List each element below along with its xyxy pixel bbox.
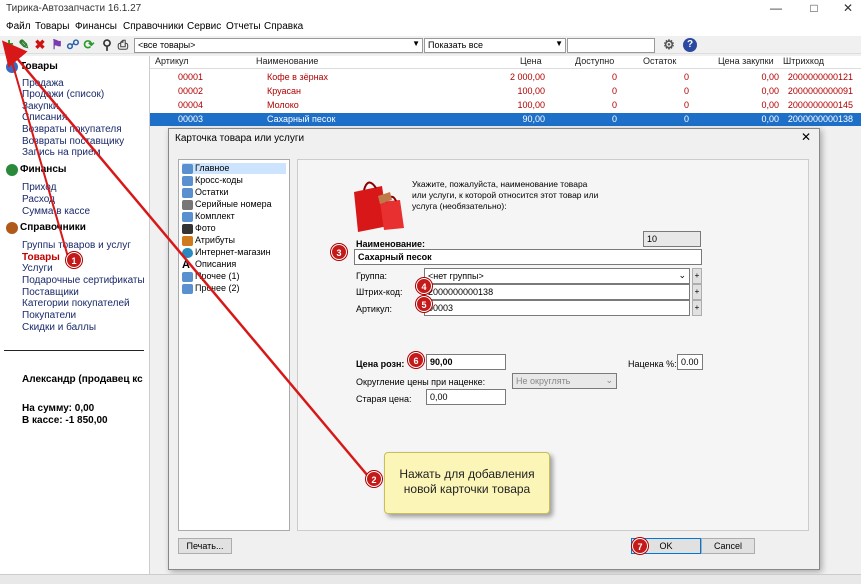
callout-line-1: Нажать для добавления [399,467,535,481]
step-badge: 6 [408,352,424,368]
step-badge: 2 [366,471,382,487]
step-badge: 5 [416,296,432,312]
step-badge: 3 [331,244,347,260]
arrow-line [1,40,369,477]
status-bar [0,574,861,584]
callout-line-2: новой карточки товара [403,482,531,496]
step-badge: 1 [66,252,82,268]
callout-note: Нажать для добавления новой карточки тов… [384,452,550,514]
step-badge: 4 [416,278,432,294]
step-badge: 7 [632,538,648,554]
arrow-line [11,61,69,258]
